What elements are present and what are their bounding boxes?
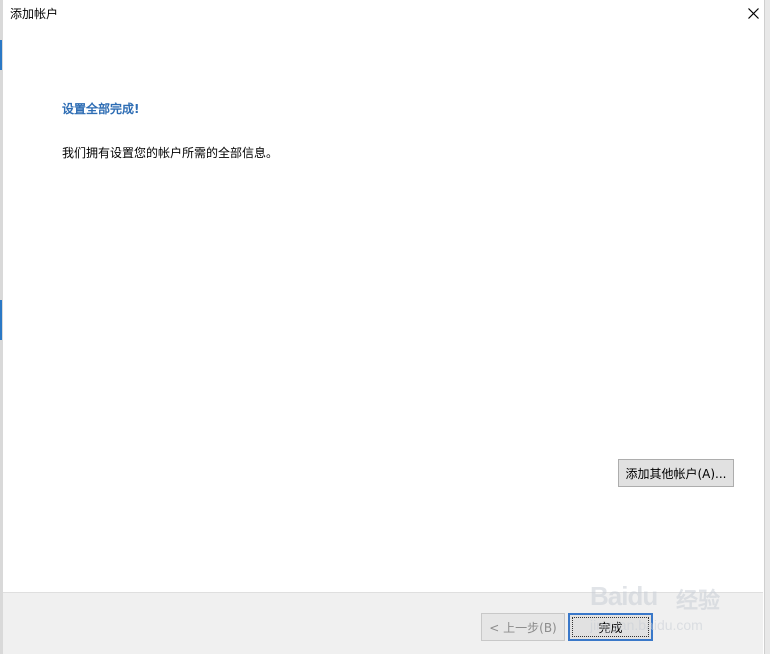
- setup-info-text: 我们拥有设置您的帐户所需的全部信息。: [62, 146, 279, 160]
- watermark-jingyan: 经验: [676, 589, 721, 614]
- window-right-edge: [764, 0, 770, 654]
- setup-complete-heading: 设置全部完成!: [62, 102, 140, 116]
- watermark-url: jingyan.baidu.com: [590, 617, 703, 633]
- back-button[interactable]: < 上一步(B): [481, 613, 565, 641]
- watermark-brand: Baidu: [590, 581, 658, 611]
- close-icon: [747, 7, 759, 19]
- close-button[interactable]: [742, 0, 764, 26]
- edge-accent: [0, 40, 2, 70]
- edge-accent: [0, 300, 2, 340]
- watermark: Baidu 经验 jingyan.baidu.com: [590, 575, 760, 645]
- window-title: 添加帐户: [10, 7, 59, 21]
- add-other-account-button[interactable]: 添加其他帐户(A)...: [618, 459, 734, 487]
- add-account-dialog: 添加帐户 设置全部完成! 我们拥有设置您的帐户所需的全部信息。 添加其他帐户(A…: [0, 0, 770, 654]
- window-left-edge: [0, 0, 3, 654]
- title-bar: 添加帐户: [3, 0, 763, 28]
